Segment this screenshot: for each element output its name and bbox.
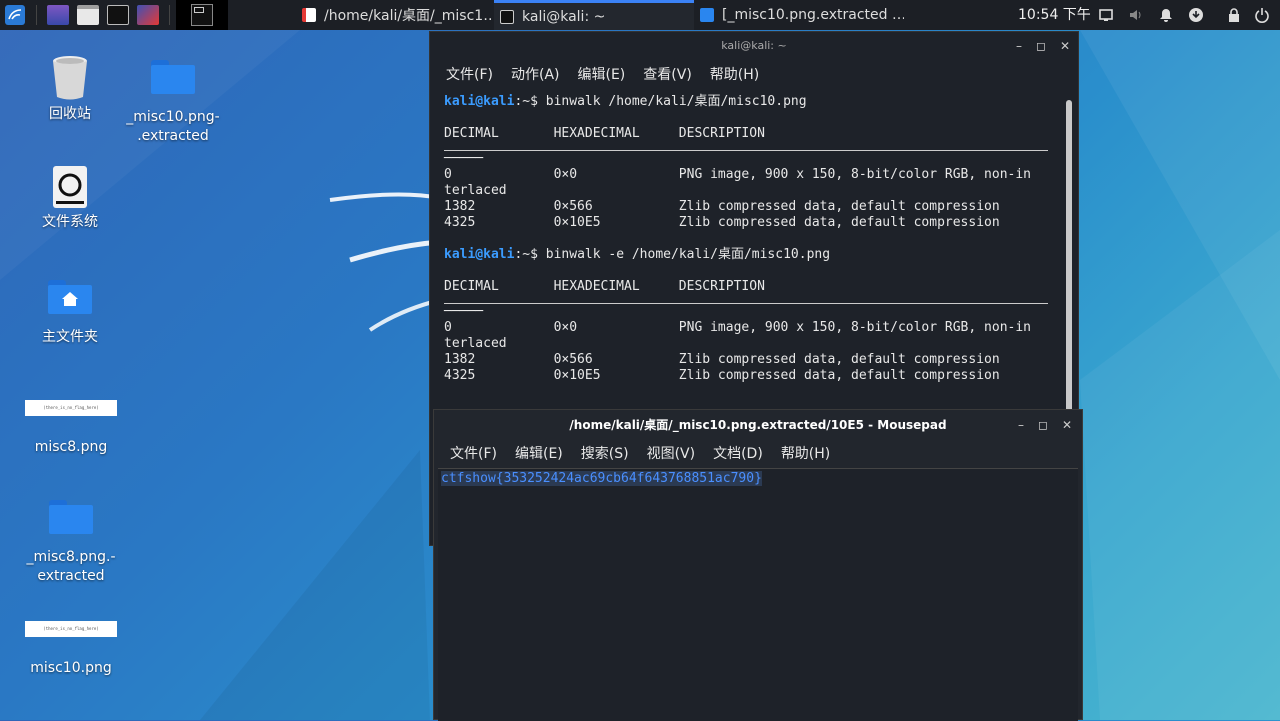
notification-bell-icon[interactable] — [1158, 7, 1174, 23]
lock-icon[interactable] — [1226, 7, 1242, 23]
image-thumbnail: (there_is_no_flag_here) — [25, 621, 117, 637]
command-line: binwalk /home/kali/桌面/misc10.png — [537, 94, 807, 109]
desktop-icon-home[interactable]: 主文件夹 — [15, 280, 125, 347]
table-header: DECIMAL HEXADECIMAL DESCRIPTION — [444, 126, 765, 141]
prompt-suffix: :~$ — [514, 247, 538, 262]
close-icon[interactable]: ✕ — [1062, 410, 1072, 440]
menu-file[interactable]: 文件(F) — [446, 64, 493, 84]
volume-icon[interactable] — [1128, 7, 1144, 23]
desktop-icon-misc8-png[interactable]: (there_is_no_flag_here) misc8.png — [16, 400, 126, 457]
window-controls: – ◻ ✕ — [1016, 32, 1070, 60]
desktop-icon-label: 主文件夹 — [42, 329, 98, 345]
menu-view[interactable]: 查看(V) — [643, 64, 692, 84]
maximize-icon[interactable]: ◻ — [1038, 410, 1048, 440]
show-desktop-icon[interactable] — [47, 5, 69, 25]
workspace-switcher[interactable] — [176, 0, 228, 30]
taskbar-item-file-manager[interactable]: [_misc10.png.extracted … — [694, 0, 904, 30]
header-rule — [444, 295, 1048, 304]
taskbar-item-terminal[interactable]: kali@kali: ~ — [494, 0, 694, 30]
desktop-icon-label: misc10.png — [30, 660, 112, 676]
top-panel: /home/kali/桌面/_misc1… kali@kali: ~ [_mis… — [0, 0, 1280, 30]
menu-view[interactable]: 视图(V) — [647, 443, 696, 463]
menu-help[interactable]: 帮助(H) — [781, 443, 830, 463]
desktop-icon-misc10-png[interactable]: (there_is_no_flag_here) misc10.png — [16, 621, 126, 678]
output-row: 1382 0×566 Zlib compressed data, default… — [444, 352, 1000, 367]
browser-launcher-icon[interactable] — [137, 5, 159, 25]
table-header: DECIMAL HEXADECIMAL DESCRIPTION — [444, 279, 765, 294]
header-rule — [444, 142, 1048, 151]
menu-action[interactable]: 动作(A) — [511, 64, 560, 84]
home-folder-icon — [48, 280, 92, 314]
output-row: terlaced — [444, 336, 507, 351]
file-manager-icon[interactable] — [77, 5, 99, 25]
desktop-icon-label: misc8.png — [34, 439, 108, 455]
desktop-icon-label: 文件系统 — [42, 214, 98, 230]
update-icon[interactable] — [1188, 7, 1204, 23]
minimize-icon[interactable]: – — [1016, 32, 1022, 60]
terminal-launcher-icon[interactable] — [107, 5, 129, 25]
short-rule: ───── — [444, 151, 484, 166]
mousepad-window[interactable]: /home/kali/桌面/_misc10.png.extracted/10E5… — [433, 409, 1083, 721]
selected-text[interactable]: ctfshow{353252424ac69cb64f643768851ac790… — [441, 471, 762, 486]
menu-help[interactable]: 帮助(H) — [710, 64, 759, 84]
power-icon[interactable] — [1254, 7, 1270, 23]
output-row: 0 0×0 PNG image, 900 x 150, 8-bit/color … — [444, 167, 1031, 182]
desktop-icon-label: _misc10.png- .extracted — [126, 109, 220, 144]
desktop-icon-label: _misc8.png.- extracted — [26, 549, 116, 584]
prompt-suffix: :~$ — [514, 94, 538, 109]
prompt-user: kali@kali — [444, 247, 515, 262]
minimize-icon[interactable]: – — [1018, 410, 1024, 440]
maximize-icon[interactable]: ◻ — [1036, 32, 1046, 60]
window-title: /home/kali/桌面/_misc10.png.extracted/10E5… — [569, 418, 947, 432]
image-thumbnail: (there_is_no_flag_here) — [25, 400, 117, 416]
display-icon[interactable] — [1098, 7, 1114, 23]
terminal-menubar: 文件(F) 动作(A) 编辑(E) 查看(V) 帮助(H) — [430, 60, 1078, 88]
output-row: 4325 0×10E5 Zlib compressed data, defaul… — [444, 215, 1000, 230]
kali-dragon-icon — [5, 5, 25, 25]
window-title: kali@kali: ~ — [721, 39, 787, 52]
short-rule: ───── — [444, 304, 484, 319]
workspace-1-thumbnail[interactable] — [191, 4, 213, 26]
panel-separator — [169, 5, 170, 25]
terminal-titlebar[interactable]: kali@kali: ~ – ◻ ✕ — [430, 32, 1078, 60]
mousepad-titlebar[interactable]: /home/kali/桌面/_misc10.png.extracted/10E5… — [434, 410, 1082, 440]
desktop-icon-misc10-extracted[interactable]: _misc10.png- .extracted — [118, 60, 228, 146]
output-row: 4325 0×10E5 Zlib compressed data, defaul… — [444, 368, 1000, 383]
desktop-icon-trash[interactable]: 回收站 — [15, 55, 125, 124]
terminal-output[interactable]: kali@kali:~$ binwalk /home/kali/桌面/misc1… — [444, 94, 1048, 384]
folder-icon — [151, 60, 195, 94]
text-editor-icon — [302, 8, 316, 22]
terminal-icon — [500, 9, 514, 24]
folder-icon — [49, 500, 93, 534]
folder-icon — [700, 8, 714, 22]
command-line: binwalk -e /home/kali/桌面/misc10.png — [537, 247, 831, 262]
close-icon[interactable]: ✕ — [1060, 32, 1070, 60]
window-controls: – ◻ ✕ — [1018, 410, 1072, 440]
output-row: 0 0×0 PNG image, 900 x 150, 8-bit/color … — [444, 320, 1031, 335]
desktop-icon-label: 回收站 — [49, 106, 91, 122]
taskbar-item-mousepad[interactable]: /home/kali/桌面/_misc1… — [296, 0, 494, 30]
mousepad-menubar: 文件(F) 编辑(E) 搜索(S) 视图(V) 文档(D) 帮助(H) — [434, 440, 1082, 466]
output-row: terlaced — [444, 183, 507, 198]
drive-icon — [53, 166, 87, 208]
menu-document[interactable]: 文档(D) — [713, 443, 763, 463]
terminal-scrollbar[interactable] — [1066, 100, 1072, 420]
menu-edit[interactable]: 编辑(E) — [515, 443, 563, 463]
menu-file[interactable]: 文件(F) — [450, 443, 497, 463]
trash-icon — [53, 56, 87, 100]
output-row: 1382 0×566 Zlib compressed data, default… — [444, 199, 1000, 214]
text-editor-area[interactable]: ctfshow{353252424ac69cb64f643768851ac790… — [438, 468, 1078, 721]
menu-edit[interactable]: 编辑(E) — [578, 64, 626, 84]
clock[interactable]: 10:54 下午 — [1018, 0, 1091, 30]
menu-search[interactable]: 搜索(S) — [581, 443, 629, 463]
panel-separator — [36, 5, 37, 25]
desktop-icon-filesystem[interactable]: 文件系统 — [15, 165, 125, 232]
prompt-user: kali@kali — [444, 94, 515, 109]
desktop-icon-misc8-extracted[interactable]: _misc8.png.- extracted — [16, 500, 126, 586]
kali-menu-button[interactable] — [0, 0, 30, 30]
